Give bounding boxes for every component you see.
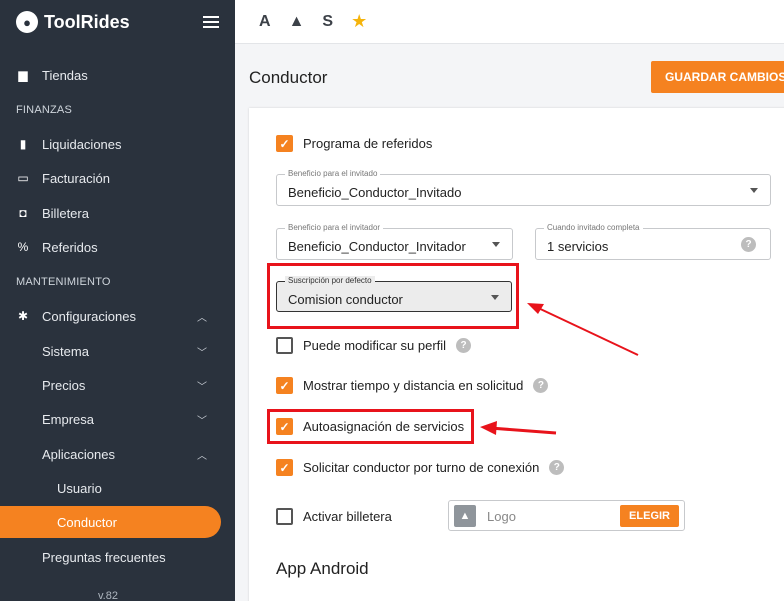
show-time-distance-row[interactable]: ✓ Mostrar tiempo y distancia en solicitu… — [276, 377, 549, 394]
sidebar-item-label: Aplicaciones — [42, 446, 115, 462]
referral-program-row[interactable]: ✓ Programa de referidos — [276, 135, 432, 152]
invitee-benefit-label: Beneficio para el invitado — [285, 169, 381, 178]
logo-upload-field[interactable]: ▲ Logo ELEGIR — [448, 500, 685, 531]
sidebar-item-label: Facturación — [42, 170, 110, 186]
version-label: v.82 — [98, 590, 118, 601]
request-by-turn-label: Solicitar conductor por turno de conexió… — [303, 460, 540, 475]
chevron-up-icon: ︿ — [197, 450, 207, 462]
annotation-box-auto-assign — [267, 409, 474, 444]
invitee-benefit-select[interactable]: Beneficio para el invitado Beneficio_Con… — [276, 169, 771, 206]
referral-program-checkbox[interactable]: ✓ — [276, 135, 293, 152]
help-icon[interactable]: ? — [549, 460, 565, 475]
sidebar-item-aplicaciones[interactable]: Aplicaciones ︿ — [0, 437, 235, 471]
help-icon[interactable]: ? — [533, 378, 549, 393]
sidebar-item-configuraciones[interactable]: ✱ Configuraciones ︿ — [0, 299, 235, 333]
topbar: A ▲ S ★ — [235, 0, 784, 44]
image-icon: ▲ — [454, 505, 476, 527]
chevron-down-icon: ﹀ — [197, 415, 207, 427]
activate-wallet-checkbox[interactable] — [276, 508, 293, 525]
sidebar-item-facturacion[interactable]: ▭ Facturación — [0, 161, 235, 195]
invitee-complete-value: 1 servicios — [547, 239, 609, 254]
sidebar: ● ToolRides ▆ Tiendas FINANZAS ▮ Liquida… — [0, 0, 235, 601]
sidebar-item-label: Referidos — [42, 239, 98, 255]
sidebar-item-billetera[interactable]: ◘ Billetera — [0, 196, 235, 230]
choose-logo-button[interactable]: ELEGIR — [620, 505, 679, 527]
sidebar-item-preguntas-frecuentes[interactable]: Preguntas frecuentes — [0, 540, 235, 574]
page-title: Conductor — [249, 68, 328, 87]
section-finanzas: FINANZAS — [16, 104, 72, 116]
font-s-icon[interactable]: S — [322, 13, 333, 31]
sidebar-item-liquidaciones[interactable]: ▮ Liquidaciones — [0, 127, 235, 161]
save-changes-button[interactable]: GUARDAR CAMBIOS — [651, 61, 784, 93]
help-icon[interactable]: ? — [741, 237, 756, 252]
location-pin-icon: ● — [16, 11, 38, 33]
logo-label: Logo — [487, 509, 516, 524]
sidebar-item-label: Preguntas frecuentes — [42, 549, 166, 565]
request-by-turn-checkbox[interactable]: ✓ — [276, 459, 293, 476]
star-icon[interactable]: ★ — [351, 11, 367, 32]
sidebar-item-label: Configuraciones — [42, 308, 136, 324]
clipboard-icon: ▮ — [19, 137, 27, 151]
edit-profile-checkbox[interactable] — [276, 337, 293, 354]
sidebar-item-usuario[interactable]: Usuario — [0, 471, 235, 505]
help-icon[interactable]: ? — [456, 338, 472, 353]
activate-wallet-label: Activar billetera — [303, 509, 392, 524]
request-by-turn-row[interactable]: ✓ Solicitar conductor por turno de conex… — [276, 459, 565, 476]
store-icon: ▆ — [18, 68, 28, 82]
invitee-complete-label: Cuando invitado completa — [544, 223, 643, 232]
inviter-benefit-select[interactable]: Beneficio para el invitador Beneficio_Co… — [276, 223, 513, 260]
chevron-down-icon: ﹀ — [197, 381, 207, 393]
brand: ● ToolRides — [0, 0, 235, 44]
dropdown-arrow-icon — [492, 242, 500, 247]
referral-program-label: Programa de referidos — [303, 136, 433, 151]
show-time-distance-label: Mostrar tiempo y distancia en solicitud — [303, 378, 524, 393]
show-time-distance-checkbox[interactable]: ✓ — [276, 377, 293, 394]
annotation-box-subscription — [267, 263, 519, 329]
edit-profile-label: Puede modificar su perfil — [303, 338, 447, 353]
section-mantenimiento: MANTENIMIENTO — [16, 276, 111, 288]
credit-card-icon: ▭ — [17, 171, 29, 185]
wallet-icon: ◘ — [19, 206, 27, 220]
percent-icon: % — [17, 240, 29, 254]
dropdown-arrow-icon — [750, 188, 758, 193]
invitee-complete-input[interactable]: Cuando invitado completa 1 servicios ? — [535, 223, 771, 260]
hamburger-menu-icon[interactable] — [203, 16, 219, 28]
activate-wallet-row[interactable]: Activar billetera — [276, 508, 392, 525]
sidebar-item-label: Conductor — [57, 514, 117, 530]
sidebar-item-empresa[interactable]: Empresa ﹀ — [0, 402, 235, 436]
inviter-benefit-label: Beneficio para el invitador — [285, 223, 384, 232]
sidebar-item-label: Precios — [42, 377, 86, 393]
sidebar-item-conductor[interactable]: Conductor — [0, 506, 221, 538]
chevron-up-icon: ︿ — [197, 312, 207, 324]
edit-profile-row[interactable]: Puede modificar su perfil ? — [276, 337, 472, 354]
brand-title: ToolRides — [44, 11, 130, 32]
sidebar-item-tiendas[interactable]: ▆ Tiendas — [0, 58, 235, 92]
sidebar-item-label: Tiendas — [42, 67, 88, 83]
section-title: App Android — [276, 559, 369, 578]
sidebar-item-label: Usuario — [57, 480, 102, 496]
sidebar-item-label: Sistema — [42, 343, 89, 359]
sidebar-item-label: Billetera — [42, 205, 89, 221]
inviter-benefit-value: Beneficio_Conductor_Invitador — [288, 239, 466, 254]
sidebar-item-referidos[interactable]: % Referidos — [0, 230, 235, 264]
font-a-icon[interactable]: A — [259, 13, 271, 31]
sidebar-item-sistema[interactable]: Sistema ﹀ — [0, 334, 235, 368]
chevron-down-icon: ﹀ — [197, 347, 207, 359]
warning-triangle-icon[interactable]: ▲ — [289, 13, 305, 31]
invitee-benefit-value: Beneficio_Conductor_Invitado — [288, 185, 462, 200]
sidebar-item-label: Liquidaciones — [42, 136, 122, 152]
gear-icon: ✱ — [17, 309, 29, 323]
sidebar-item-precios[interactable]: Precios ﹀ — [0, 368, 235, 402]
sidebar-item-label: Empresa — [42, 411, 95, 427]
